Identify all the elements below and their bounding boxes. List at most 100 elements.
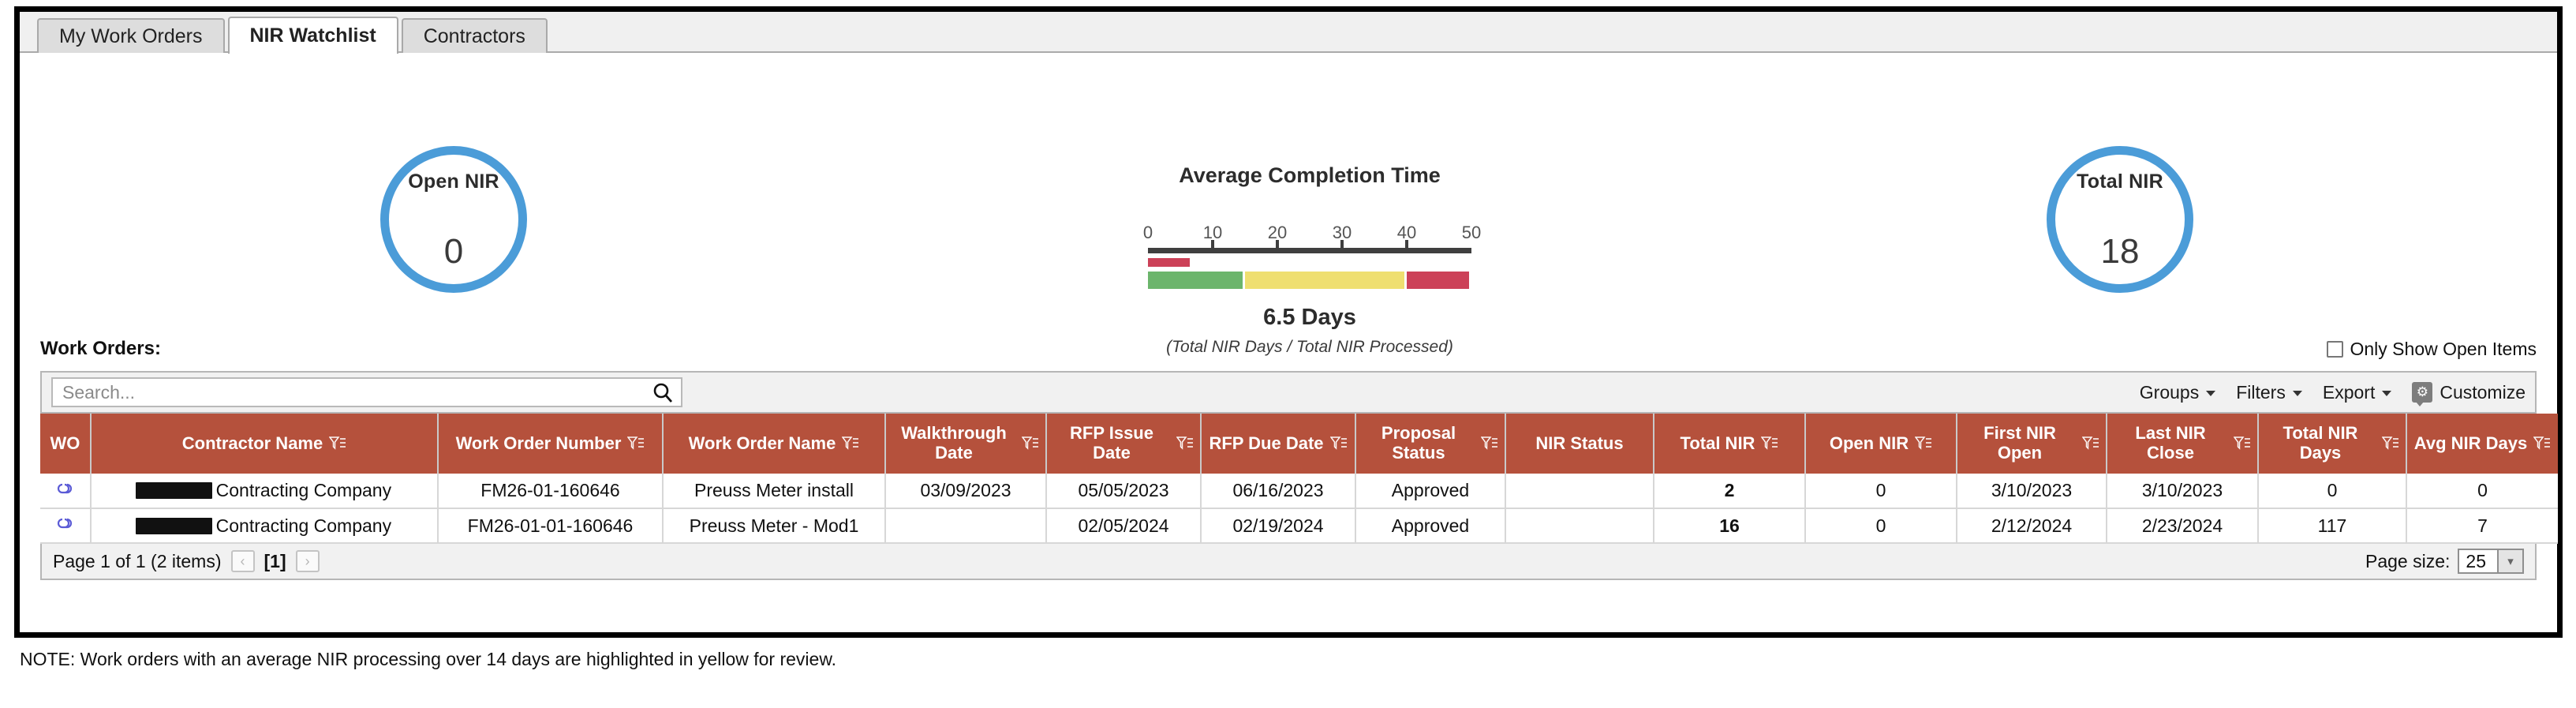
- filter-icon[interactable]: [627, 436, 645, 451]
- tab-contractors[interactable]: Contractors: [401, 18, 548, 53]
- column-header[interactable]: First NIR Open: [1957, 414, 2107, 474]
- customize-label: Customize: [2440, 381, 2526, 403]
- filter-icon[interactable]: [2082, 436, 2099, 451]
- cell-work-order-name: Preuss Meter - Mod1: [663, 508, 886, 544]
- cell-open-nir: 0: [1805, 474, 1957, 509]
- application-window: My Work Orders NIR Watchlist Contractors…: [14, 6, 2563, 638]
- only-show-open-items-toggle[interactable]: Only Show Open Items: [2326, 339, 2537, 360]
- search-icon[interactable]: [652, 382, 673, 408]
- tab-my-work-orders[interactable]: My Work Orders: [37, 18, 225, 53]
- column-header[interactable]: RFP Due Date: [1201, 414, 1356, 474]
- column-header-label: Total NIR Days: [2283, 423, 2358, 463]
- cell-rfp-due-date: 02/19/2024: [1201, 508, 1356, 544]
- column-header-label: Last NIR Close: [2135, 423, 2206, 463]
- column-header[interactable]: WO: [40, 414, 92, 474]
- tab-nir-watchlist[interactable]: NIR Watchlist: [227, 17, 398, 54]
- chart-axis-tick: [1276, 240, 1279, 248]
- filter-icon[interactable]: [1761, 436, 1778, 451]
- pager-prev-button[interactable]: ‹: [230, 550, 255, 572]
- column-header[interactable]: Total NIR: [1654, 414, 1806, 474]
- table-row[interactable]: Southern Contracting Company FM26-01-1606…: [40, 474, 2558, 509]
- work-orders-section: Work Orders: Only Show Open Items Groups: [20, 333, 2558, 580]
- filter-icon[interactable]: [1481, 436, 1498, 451]
- cell-first-nir-open: 3/10/2023: [1957, 474, 2107, 509]
- column-header[interactable]: Work Order Number: [438, 414, 664, 474]
- tab-label: Contractors: [423, 24, 525, 47]
- chart-axis-tick: [1340, 240, 1344, 248]
- chart-tick-labels: 0 10 20 30 40 50: [1143, 223, 1481, 243]
- column-header[interactable]: Contractor Name: [91, 414, 439, 474]
- cell-rfp-issue-date: 05/05/2023: [1046, 474, 1202, 509]
- pager: Page 1 of 1 (2 items) ‹ [1] › Page size:…: [40, 544, 2537, 580]
- link-icon[interactable]: [55, 516, 76, 537]
- tab-bar: My Work Orders NIR Watchlist Contractors: [20, 12, 2557, 54]
- grid-toolbar: Groups Filters Export ⚙ Customize: [40, 371, 2537, 414]
- filter-icon[interactable]: [329, 436, 346, 451]
- page-size-select[interactable]: 25 ▾: [2458, 549, 2524, 574]
- column-header[interactable]: Total NIR Days: [2258, 414, 2407, 474]
- gauge-open-nir: Open NIR 0: [380, 146, 527, 293]
- cell-total-nir-days: 0: [2258, 474, 2407, 509]
- gauge-total-nir-value: 18: [2100, 232, 2140, 271]
- link-icon[interactable]: [55, 481, 76, 502]
- cell-walkthrough-date: 03/09/2023: [885, 474, 1047, 509]
- table-row[interactable]: Southern Contracting Company FM26-01-01-1…: [40, 508, 2558, 544]
- customize-button[interactable]: ⚙ Customize: [2412, 381, 2526, 406]
- column-header[interactable]: RFP Issue Date: [1046, 414, 1202, 474]
- cell-nir-status: [1505, 508, 1654, 544]
- chart-band-warning: [1245, 272, 1407, 289]
- chart-band-good: [1148, 272, 1245, 289]
- filter-icon[interactable]: [842, 436, 859, 451]
- cell-total-nir-days: 117: [2258, 508, 2407, 544]
- column-header-label: Contractor Name: [181, 433, 323, 453]
- search-input[interactable]: [61, 380, 673, 404]
- chevron-down-icon[interactable]: ▾: [2497, 550, 2522, 572]
- pager-next-button[interactable]: ›: [295, 550, 320, 572]
- wo-link-cell[interactable]: [40, 474, 92, 509]
- kpi-panel: Open NIR 0 Average Completion Time 0 10 20…: [20, 53, 2557, 356]
- filter-icon[interactable]: [2533, 436, 2551, 451]
- filter-icon[interactable]: [1915, 436, 1932, 451]
- cell-contractor-name: Southern Contracting Company: [91, 508, 439, 544]
- gauge-open-nir-value: 0: [443, 232, 464, 271]
- chart-band-bad: [1407, 272, 1471, 289]
- column-header[interactable]: NIR Status: [1505, 414, 1654, 474]
- column-header-label: Avg NIR Days: [2413, 433, 2528, 453]
- gauge-open-nir-label: Open NIR: [408, 170, 499, 193]
- column-header[interactable]: Proposal Status: [1355, 414, 1506, 474]
- column-header-label: Work Order Name: [688, 433, 836, 453]
- groups-dropdown[interactable]: Groups: [2139, 381, 2216, 403]
- column-header[interactable]: Last NIR Close: [2107, 414, 2259, 474]
- redacted-contractor-prefix: Southern: [135, 480, 213, 500]
- page-size-value: 25: [2466, 550, 2486, 571]
- column-header-label: WO: [50, 433, 80, 453]
- search-box[interactable]: [51, 377, 682, 407]
- chart-range-bands: [1148, 272, 1471, 289]
- filter-icon[interactable]: [1022, 436, 1039, 451]
- filter-icon[interactable]: [1176, 436, 1194, 451]
- chevron-down-icon: [2382, 391, 2392, 396]
- pager-left: Page 1 of 1 (2 items) ‹ [1] ›: [53, 550, 320, 572]
- cell-work-order-number: FM26-01-160646: [438, 474, 664, 509]
- filter-icon[interactable]: [2382, 436, 2399, 451]
- work-orders-label: Work Orders:: [40, 338, 161, 359]
- cell-total-nir: 16: [1654, 508, 1806, 544]
- column-header[interactable]: Avg NIR Days: [2406, 414, 2558, 474]
- column-header[interactable]: Work Order Name: [663, 414, 886, 474]
- export-dropdown[interactable]: Export: [2323, 382, 2392, 403]
- column-header[interactable]: Open NIR: [1805, 414, 1957, 474]
- only-show-open-items-checkbox[interactable]: [2326, 340, 2343, 358]
- cell-last-nir-close: 3/10/2023: [2107, 474, 2259, 509]
- cell-proposal-status: Approved: [1355, 508, 1506, 544]
- chart-subtitle: (Total NIR Days / Total NIR Processed): [1166, 338, 1453, 356]
- chart-axis: [1148, 248, 1471, 253]
- filter-icon[interactable]: [1329, 436, 1348, 451]
- filters-dropdown[interactable]: Filters: [2236, 382, 2302, 403]
- column-header[interactable]: Walkthrough Date: [885, 414, 1047, 474]
- groups-label: Groups: [2139, 381, 2200, 403]
- filter-icon[interactable]: [2234, 436, 2251, 451]
- gear-icon: ⚙: [2412, 382, 2433, 406]
- pager-current-page[interactable]: [1]: [264, 551, 286, 572]
- wo-link-cell[interactable]: [40, 508, 92, 544]
- filters-label: Filters: [2236, 381, 2286, 403]
